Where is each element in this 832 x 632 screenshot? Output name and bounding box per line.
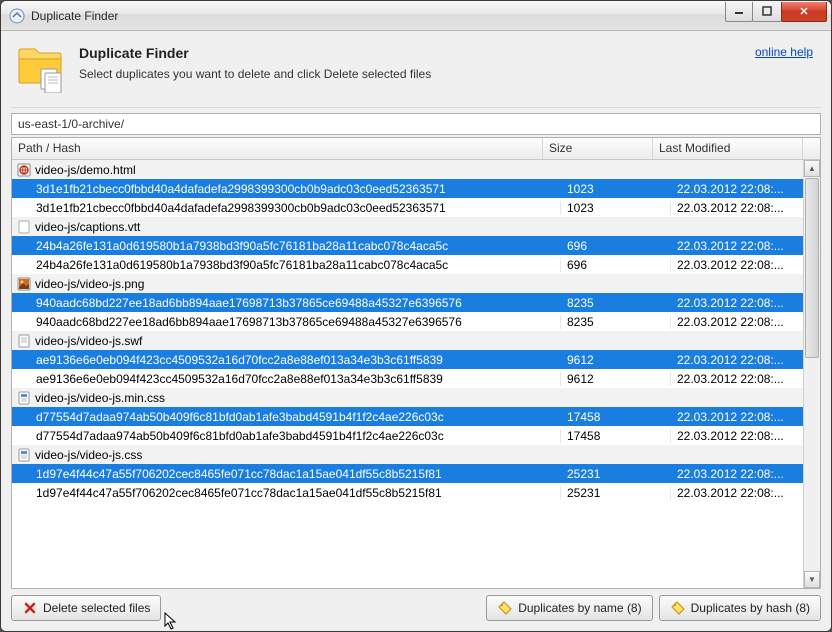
hash-row[interactable]: 940aadc68bd227ee18ad6bb894aae17698713b37… [12, 293, 820, 312]
column-modified[interactable]: Last Modified [653, 138, 803, 159]
scroll-thumb[interactable] [805, 178, 819, 358]
delete-icon [22, 600, 38, 616]
tag-icon [497, 600, 513, 616]
hash-row[interactable]: ae9136e6e0eb094f423cc4509532a16d70fcc2a8… [12, 369, 820, 388]
file-path: video-js/video-js.png [35, 277, 144, 291]
folder-duplicate-icon [15, 45, 69, 93]
hash-row[interactable]: ae9136e6e0eb094f423cc4509532a16d70fcc2a8… [12, 350, 820, 369]
size-value: 1023 [560, 182, 670, 196]
date-value: 22.03.2012 22:08:... [670, 201, 820, 215]
size-value: 9612 [560, 353, 670, 367]
file-path: video-js/video-js.css [35, 448, 142, 462]
online-help-link[interactable]: online help [755, 45, 813, 59]
hash-value: 3d1e1fb21cbecc0fbbd40a4dafadefa299839930… [36, 182, 446, 196]
page-title: Duplicate Finder [79, 45, 755, 61]
app-icon [9, 8, 25, 24]
file-group-row[interactable]: video-js/captions.vtt [12, 217, 820, 236]
hash-row[interactable]: 3d1e1fb21cbecc0fbbd40a4dafadefa299839930… [12, 198, 820, 217]
date-value: 22.03.2012 22:08:... [670, 258, 820, 272]
separator [11, 107, 821, 109]
footer-toolbar: Delete selected files Duplicates by name… [11, 595, 821, 621]
hash-row[interactable]: d77554d7adaa974ab50b409f6c81bfd0ab1afe3b… [12, 426, 820, 445]
file-path: video-js/video-js.swf [35, 334, 142, 348]
hash-row[interactable]: 3d1e1fb21cbecc0fbbd40a4dafadefa299839930… [12, 179, 820, 198]
size-value: 8235 [560, 296, 670, 310]
client-area: Duplicate Finder Select duplicates you w… [1, 31, 831, 631]
date-value: 22.03.2012 22:08:... [670, 353, 820, 367]
file-path: video-js/video-js.min.css [35, 391, 165, 405]
column-path[interactable]: Path / Hash [12, 138, 543, 159]
duplicates-table: Path / Hash Size Last Modified video-js/… [11, 137, 821, 589]
file-icon [16, 390, 32, 406]
date-value: 22.03.2012 22:08:... [670, 410, 820, 424]
size-value: 17458 [560, 429, 670, 443]
hash-value: 24b4a26fe131a0d619580b1a7938bd3f90a5fc76… [36, 239, 448, 253]
vertical-scrollbar[interactable]: ▲ ▼ [803, 160, 820, 588]
file-icon [16, 162, 32, 178]
file-icon [16, 276, 32, 292]
size-value: 17458 [560, 410, 670, 424]
date-value: 22.03.2012 22:08:... [670, 372, 820, 386]
delete-selected-button[interactable]: Delete selected files [11, 595, 161, 621]
minimize-button[interactable] [725, 2, 753, 22]
hash-value: 1d97e4f44c47a55f706202cec8465fe071cc78da… [36, 486, 442, 500]
duplicates-by-name-button[interactable]: Duplicates by name (8) [486, 595, 652, 621]
header-panel: Duplicate Finder Select duplicates you w… [11, 41, 821, 101]
scroll-down-button[interactable]: ▼ [804, 571, 820, 588]
size-value: 25231 [560, 467, 670, 481]
file-group-row[interactable]: video-js/video-js.min.css [12, 388, 820, 407]
app-window: Duplicate Finder Duplicate Finder Select… [0, 0, 832, 632]
hash-value: 1d97e4f44c47a55f706202cec8465fe071cc78da… [36, 467, 442, 481]
date-value: 22.03.2012 22:08:... [670, 296, 820, 310]
page-subtitle: Select duplicates you want to delete and… [79, 67, 755, 81]
duplicates-by-hash-button[interactable]: Duplicates by hash (8) [659, 595, 821, 621]
path-breadcrumb[interactable]: us-east-1/0-archive/ [11, 113, 821, 135]
date-value: 22.03.2012 22:08:... [670, 239, 820, 253]
hash-value: 3d1e1fb21cbecc0fbbd40a4dafadefa299839930… [36, 201, 446, 215]
window-controls [726, 2, 827, 22]
size-value: 8235 [560, 315, 670, 329]
size-value: 696 [560, 239, 670, 253]
date-value: 22.03.2012 22:08:... [670, 486, 820, 500]
file-path: video-js/demo.html [35, 163, 136, 177]
hash-row[interactable]: 1d97e4f44c47a55f706202cec8465fe071cc78da… [12, 483, 820, 502]
size-value: 25231 [560, 486, 670, 500]
hash-row[interactable]: 940aadc68bd227ee18ad6bb894aae17698713b37… [12, 312, 820, 331]
file-group-row[interactable]: video-js/video-js.png [12, 274, 820, 293]
hash-row[interactable]: 24b4a26fe131a0d619580b1a7938bd3f90a5fc76… [12, 255, 820, 274]
hash-value: d77554d7adaa974ab50b409f6c81bfd0ab1afe3b… [36, 410, 444, 424]
hash-value: 24b4a26fe131a0d619580b1a7938bd3f90a5fc76… [36, 258, 448, 272]
file-group-row[interactable]: video-js/demo.html [12, 160, 820, 179]
file-group-row[interactable]: video-js/video-js.swf [12, 331, 820, 350]
file-icon [16, 447, 32, 463]
tag-icon [670, 600, 686, 616]
titlebar[interactable]: Duplicate Finder [1, 1, 831, 31]
hash-row[interactable]: 24b4a26fe131a0d619580b1a7938bd3f90a5fc76… [12, 236, 820, 255]
date-value: 22.03.2012 22:08:... [670, 315, 820, 329]
window-title: Duplicate Finder [31, 9, 726, 23]
date-value: 22.03.2012 22:08:... [670, 429, 820, 443]
hash-value: ae9136e6e0eb094f423cc4509532a16d70fcc2a8… [36, 372, 443, 386]
date-value: 22.03.2012 22:08:... [670, 467, 820, 481]
hash-value: 940aadc68bd227ee18ad6bb894aae17698713b37… [36, 296, 462, 310]
size-value: 1023 [560, 201, 670, 215]
hash-value: 940aadc68bd227ee18ad6bb894aae17698713b37… [36, 315, 462, 329]
hash-value: d77554d7adaa974ab50b409f6c81bfd0ab1afe3b… [36, 429, 444, 443]
size-value: 696 [560, 258, 670, 272]
file-group-row[interactable]: video-js/video-js.css [12, 445, 820, 464]
scroll-up-button[interactable]: ▲ [804, 160, 820, 177]
file-icon [16, 333, 32, 349]
size-value: 9612 [560, 372, 670, 386]
close-button[interactable] [781, 2, 827, 22]
table-header: Path / Hash Size Last Modified [12, 138, 820, 160]
table-body: video-js/demo.html 3d1e1fb21cbecc0fbbd40a… [12, 160, 820, 588]
hash-value: ae9136e6e0eb094f423cc4509532a16d70fcc2a8… [36, 353, 443, 367]
hash-row[interactable]: 1d97e4f44c47a55f706202cec8465fe071cc78da… [12, 464, 820, 483]
file-path: video-js/captions.vtt [35, 220, 140, 234]
file-icon [16, 219, 32, 235]
date-value: 22.03.2012 22:08:... [670, 182, 820, 196]
hash-row[interactable]: d77554d7adaa974ab50b409f6c81bfd0ab1afe3b… [12, 407, 820, 426]
maximize-button[interactable] [752, 2, 782, 22]
column-size[interactable]: Size [543, 138, 653, 159]
